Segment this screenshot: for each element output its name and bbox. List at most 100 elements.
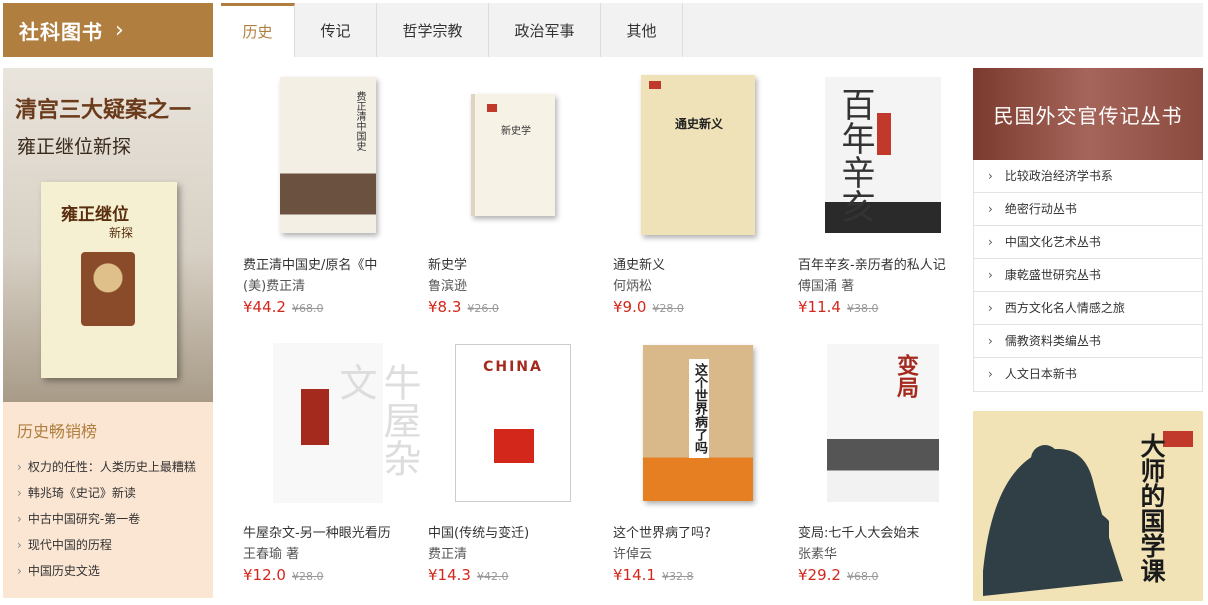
book-cover[interactable]: 费正清中国史: [243, 70, 413, 240]
bestseller-item[interactable]: › 中古中国研究-第一卷: [17, 506, 213, 532]
cover-text: 费正清中国史: [354, 91, 365, 151]
book-original-price: ¥28.0: [652, 302, 684, 315]
series-item[interactable]: › 中国文化艺术丛书: [974, 226, 1202, 259]
book-cover[interactable]: 这个世界病了吗: [613, 338, 783, 508]
bestseller-item-label: 现代中国的历程: [27, 538, 112, 552]
series-item-label: 人文日本新书: [1004, 367, 1077, 381]
book-cover-image: CHINA: [455, 344, 571, 502]
bestseller-item-label: 韩兆琦《史记》新读: [27, 486, 136, 500]
tab-label: 历史: [242, 23, 273, 41]
book-price: ¥14.3: [428, 566, 471, 584]
seal-stamp: [1163, 431, 1193, 447]
book-original-price: ¥26.0: [467, 302, 499, 315]
chevron-right-icon: ›: [988, 268, 993, 282]
banner-title: 大师的国学课: [1137, 433, 1166, 583]
book-original-price: ¥68.0: [291, 302, 324, 315]
book-price: ¥29.2: [798, 566, 841, 584]
series-item-label: 西方文化名人情感之旅: [1004, 301, 1125, 315]
chevron-right-icon: ›: [988, 301, 993, 315]
book-original-price: ¥32.8: [661, 570, 694, 583]
chevron-right-icon: ›: [988, 334, 993, 348]
master-sinology-banner[interactable]: 大师的国学课: [973, 411, 1203, 601]
series-item-label: 绝密行动丛书: [1004, 202, 1077, 216]
chevron-right-icon: ›: [17, 538, 22, 552]
chevron-right-icon: ›: [17, 564, 22, 578]
banner-cover-subtitle: 新探: [109, 226, 134, 240]
diplomat-biography-series-banner[interactable]: 民国外交官传记丛书: [973, 68, 1203, 160]
cover-text: 牛屋杂文: [333, 363, 421, 477]
book-title[interactable]: 这个世界病了吗?: [613, 522, 783, 541]
emperor-portrait-image: [81, 252, 135, 326]
bestseller-item-label: 权力的任性：人类历史上最糟糕: [27, 460, 196, 474]
chevron-right-icon: ›: [17, 512, 22, 526]
banner-cover-title: 雍正继位: [61, 205, 129, 225]
tab-biography[interactable]: 传记: [295, 3, 377, 57]
series-item-label: 儒教资料类编丛书: [1004, 334, 1101, 348]
book-original-price: ¥68.0: [846, 570, 879, 583]
book-cover[interactable]: 通史新义: [613, 70, 783, 240]
tab-other[interactable]: 其他: [601, 3, 683, 57]
category-tabs: 历史 传记 哲学宗教 政治军事 其他: [221, 3, 1203, 57]
bestseller-item-label: 中古中国研究-第一卷: [27, 512, 141, 526]
bestseller-item[interactable]: › 现代中国的历程: [17, 532, 213, 558]
book-price: ¥9.0: [613, 298, 647, 316]
series-item[interactable]: › 比较政治经济学书系: [974, 160, 1202, 193]
series-item-label: 中国文化艺术丛书: [1004, 235, 1101, 249]
cover-text: CHINA: [483, 359, 543, 375]
banner-title: 民国外交官传记丛书: [993, 103, 1183, 128]
book-author: 何炳松: [613, 279, 653, 294]
series-item[interactable]: › 绝密行动丛书: [974, 193, 1202, 226]
book-title[interactable]: 新史学: [428, 254, 598, 273]
category-title-button[interactable]: 社科图书 ›: [3, 3, 213, 57]
series-item-label: 比较政治经济学书系: [1004, 169, 1113, 183]
tab-label: 传记: [320, 21, 351, 40]
book-original-price: ¥42.0: [476, 570, 509, 583]
book-title[interactable]: 通史新义: [613, 254, 783, 273]
tab-label: 政治军事: [514, 21, 575, 40]
bestseller-list: › 权力的任性：人类历史上最糟糕 › 韩兆琦《史记》新读 › 中古中国研究-第一卷 ›…: [17, 454, 213, 584]
chevron-right-icon: ›: [988, 235, 993, 249]
banner-headline: 清宫三大疑案之一: [15, 97, 192, 123]
tab-philosophy-religion[interactable]: 哲学宗教: [377, 3, 489, 57]
book-cover-image: 新史学: [471, 94, 555, 216]
book-price: ¥14.1: [613, 566, 656, 584]
history-bestseller-panel: 历史畅销榜 › 权力的任性：人类历史上最糟糕 › 韩兆琦《史记》新读 › 中古中国研究…: [3, 402, 213, 598]
book-cover[interactable]: 新史学: [428, 70, 598, 240]
bestseller-item[interactable]: › 韩兆琦《史记》新读: [17, 480, 213, 506]
book-price: ¥12.0: [243, 566, 286, 584]
book-title[interactable]: 变局:七千人大会始末: [798, 522, 968, 541]
tab-politics-military[interactable]: 政治军事: [489, 3, 601, 57]
chevron-right-icon: ›: [988, 202, 993, 216]
chevron-right-icon: ›: [17, 460, 22, 474]
book-cover-image: 这个世界病了吗: [643, 345, 753, 501]
chevron-right-icon: ›: [988, 169, 993, 183]
category-title: 社科图书: [19, 19, 103, 44]
book-title[interactable]: 百年辛亥-亲历者的私人记: [798, 254, 968, 273]
series-item[interactable]: › 人文日本新书: [974, 358, 1202, 391]
book-title[interactable]: 中国(传统与变迁): [428, 522, 598, 541]
bestseller-item[interactable]: › 权力的任性：人类历史上最糟糕: [17, 454, 213, 480]
book-prices: ¥44.2 ¥68.0: [243, 297, 323, 316]
cover-text: 百年辛亥: [835, 87, 875, 223]
book-author: 傅国涌 著: [798, 279, 855, 294]
book-cover-image: 百年辛亥: [825, 77, 941, 233]
series-item[interactable]: › 康乾盛世研究丛书: [974, 259, 1202, 292]
cover-block: [494, 429, 534, 463]
book-author: 费正清: [428, 547, 468, 562]
book-cover-image: 通史新义: [641, 75, 755, 235]
series-item[interactable]: › 儒教资料类编丛书: [974, 325, 1202, 358]
book-author: 鲁滨逊: [428, 279, 468, 294]
series-item[interactable]: › 西方文化名人情感之旅: [974, 292, 1202, 325]
book-title[interactable]: 费正清中国史/原名《中: [243, 254, 413, 273]
promo-banner-yongzheng[interactable]: 清宫三大疑案之一 雍正继位新探 雍正继位 新探: [3, 68, 213, 402]
book-cover[interactable]: CHINA: [428, 338, 598, 508]
bestseller-title: 历史畅销榜: [17, 422, 98, 441]
cover-text: 通史新义: [675, 117, 724, 131]
bestseller-item[interactable]: › 中国历史文选: [17, 558, 213, 584]
book-author: 王春瑜 著: [243, 547, 300, 562]
book-cover[interactable]: 变局: [798, 338, 968, 508]
book-cover[interactable]: 百年辛亥: [798, 70, 968, 240]
book-cover[interactable]: 牛屋杂文: [243, 338, 421, 508]
book-title[interactable]: 牛屋杂文-另一种眼光看历: [243, 522, 413, 541]
tab-history[interactable]: 历史: [221, 3, 295, 57]
